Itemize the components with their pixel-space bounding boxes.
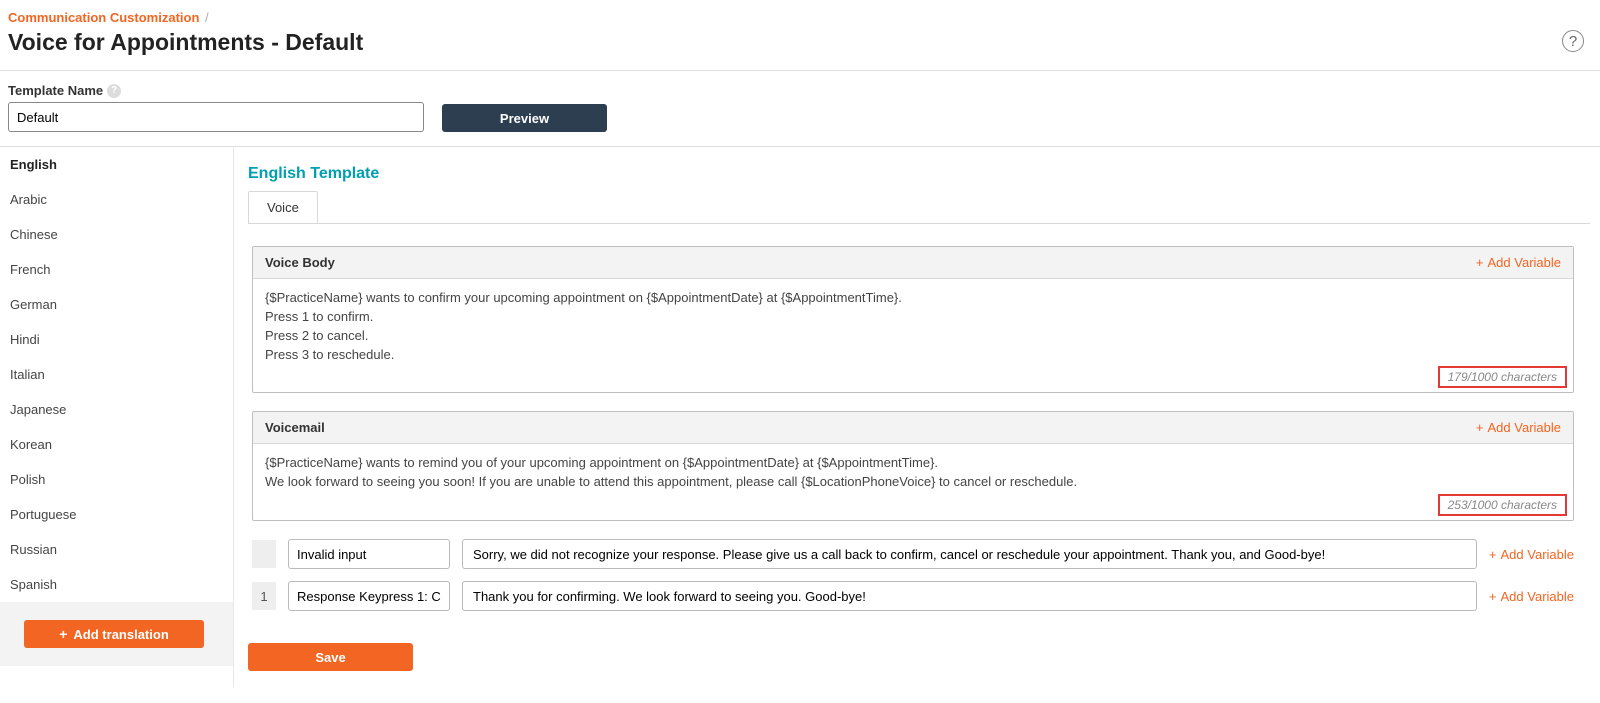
plus-icon: + [1489,547,1497,562]
voice-body-add-variable[interactable]: + Add Variable [1476,255,1561,270]
scroll-area[interactable]: Voice Body + Add Variable {$PracticeName… [248,224,1590,633]
template-name-input[interactable] [8,102,424,132]
template-name-label: Template Name ? [8,83,424,98]
voice-body-title: Voice Body [265,255,335,270]
language-list: EnglishArabicChineseFrenchGermanHindiIta… [0,147,233,602]
sidebar-item-arabic[interactable]: Arabic [0,182,233,217]
tabs: Voice [248,191,1590,224]
page-title: Voice for Appointments - Default [8,29,1592,56]
plus-icon: + [1476,255,1484,270]
response-row: 1 + Add Variable [252,581,1574,611]
help-tooltip-icon[interactable]: ? [107,84,121,98]
tab-voice[interactable]: Voice [248,191,318,223]
voicemail-add-variable[interactable]: + Add Variable [1476,420,1561,435]
sidebar-item-chinese[interactable]: Chinese [0,217,233,252]
voicemail-title: Voicemail [265,420,325,435]
voicemail-header: Voicemail + Add Variable [253,412,1573,444]
breadcrumb: Communication Customization / [8,10,1592,25]
add-translation-button[interactable]: + Add translation [24,620,204,648]
plus-icon: + [1476,420,1484,435]
sidebar-item-polish[interactable]: Polish [0,462,233,497]
template-name-label-text: Template Name [8,83,103,98]
response-add-variable[interactable]: + Add Variable [1489,547,1574,562]
sidebar-item-russian[interactable]: Russian [0,532,233,567]
breadcrumb-separator: / [205,10,209,25]
page-header: Communication Customization / Voice for … [0,0,1600,71]
response-text-input[interactable] [462,539,1477,569]
plus-icon: + [1489,589,1497,604]
sidebar-item-italian[interactable]: Italian [0,357,233,392]
language-sidebar: EnglishArabicChineseFrenchGermanHindiIta… [0,147,234,687]
response-label-input[interactable] [288,581,450,611]
voice-body-header: Voice Body + Add Variable [253,247,1573,279]
main-footer: Save [248,633,1590,687]
sidebar-item-korean[interactable]: Korean [0,427,233,462]
response-key-box [252,540,276,568]
content-area: Voice Body + Add Variable {$PracticeName… [248,224,1578,633]
voice-body-editor: Voice Body + Add Variable {$PracticeName… [252,246,1574,393]
voicemail-editor: Voicemail + Add Variable {$PracticeName}… [252,411,1574,521]
sidebar-item-portuguese[interactable]: Portuguese [0,497,233,532]
breadcrumb-parent-link[interactable]: Communication Customization [8,10,199,25]
add-variable-label: Add Variable [1488,255,1561,270]
plus-icon: + [59,626,67,642]
template-name-row: Template Name ? Preview [0,71,1600,147]
add-variable-label: Add Variable [1488,420,1561,435]
sidebar-item-spanish[interactable]: Spanish [0,567,233,602]
sidebar-item-hindi[interactable]: Hindi [0,322,233,357]
response-add-variable[interactable]: + Add Variable [1489,589,1574,604]
response-text-input[interactable] [462,581,1477,611]
voicemail-textarea[interactable]: {$PracticeName} wants to remind you of y… [253,444,1573,520]
template-name-field: Template Name ? [8,83,424,132]
response-row: + Add Variable [252,539,1574,569]
voice-body-char-count: 179/1000 characters [1438,366,1567,388]
sidebar-footer: + Add translation [0,602,233,666]
voice-body-textarea[interactable]: {$PracticeName} wants to confirm your up… [253,279,1573,392]
main-content: English Template Voice Voice Body + Add … [234,147,1600,687]
main-layout: EnglishArabicChineseFrenchGermanHindiIta… [0,147,1600,687]
response-key-box: 1 [252,582,276,610]
save-button[interactable]: Save [248,643,413,671]
sidebar-item-french[interactable]: French [0,252,233,287]
add-translation-label: Add translation [73,627,168,642]
sidebar-item-english[interactable]: English [0,147,233,182]
sidebar-item-german[interactable]: German [0,287,233,322]
section-title: English Template [248,165,1590,183]
help-icon[interactable]: ? [1562,30,1584,52]
preview-button[interactable]: Preview [442,104,607,132]
sidebar-item-japanese[interactable]: Japanese [0,392,233,427]
response-label-input[interactable] [288,539,450,569]
response-rows: + Add Variable 1 + Add Variable [252,539,1574,611]
voicemail-char-count: 253/1000 characters [1438,494,1567,516]
